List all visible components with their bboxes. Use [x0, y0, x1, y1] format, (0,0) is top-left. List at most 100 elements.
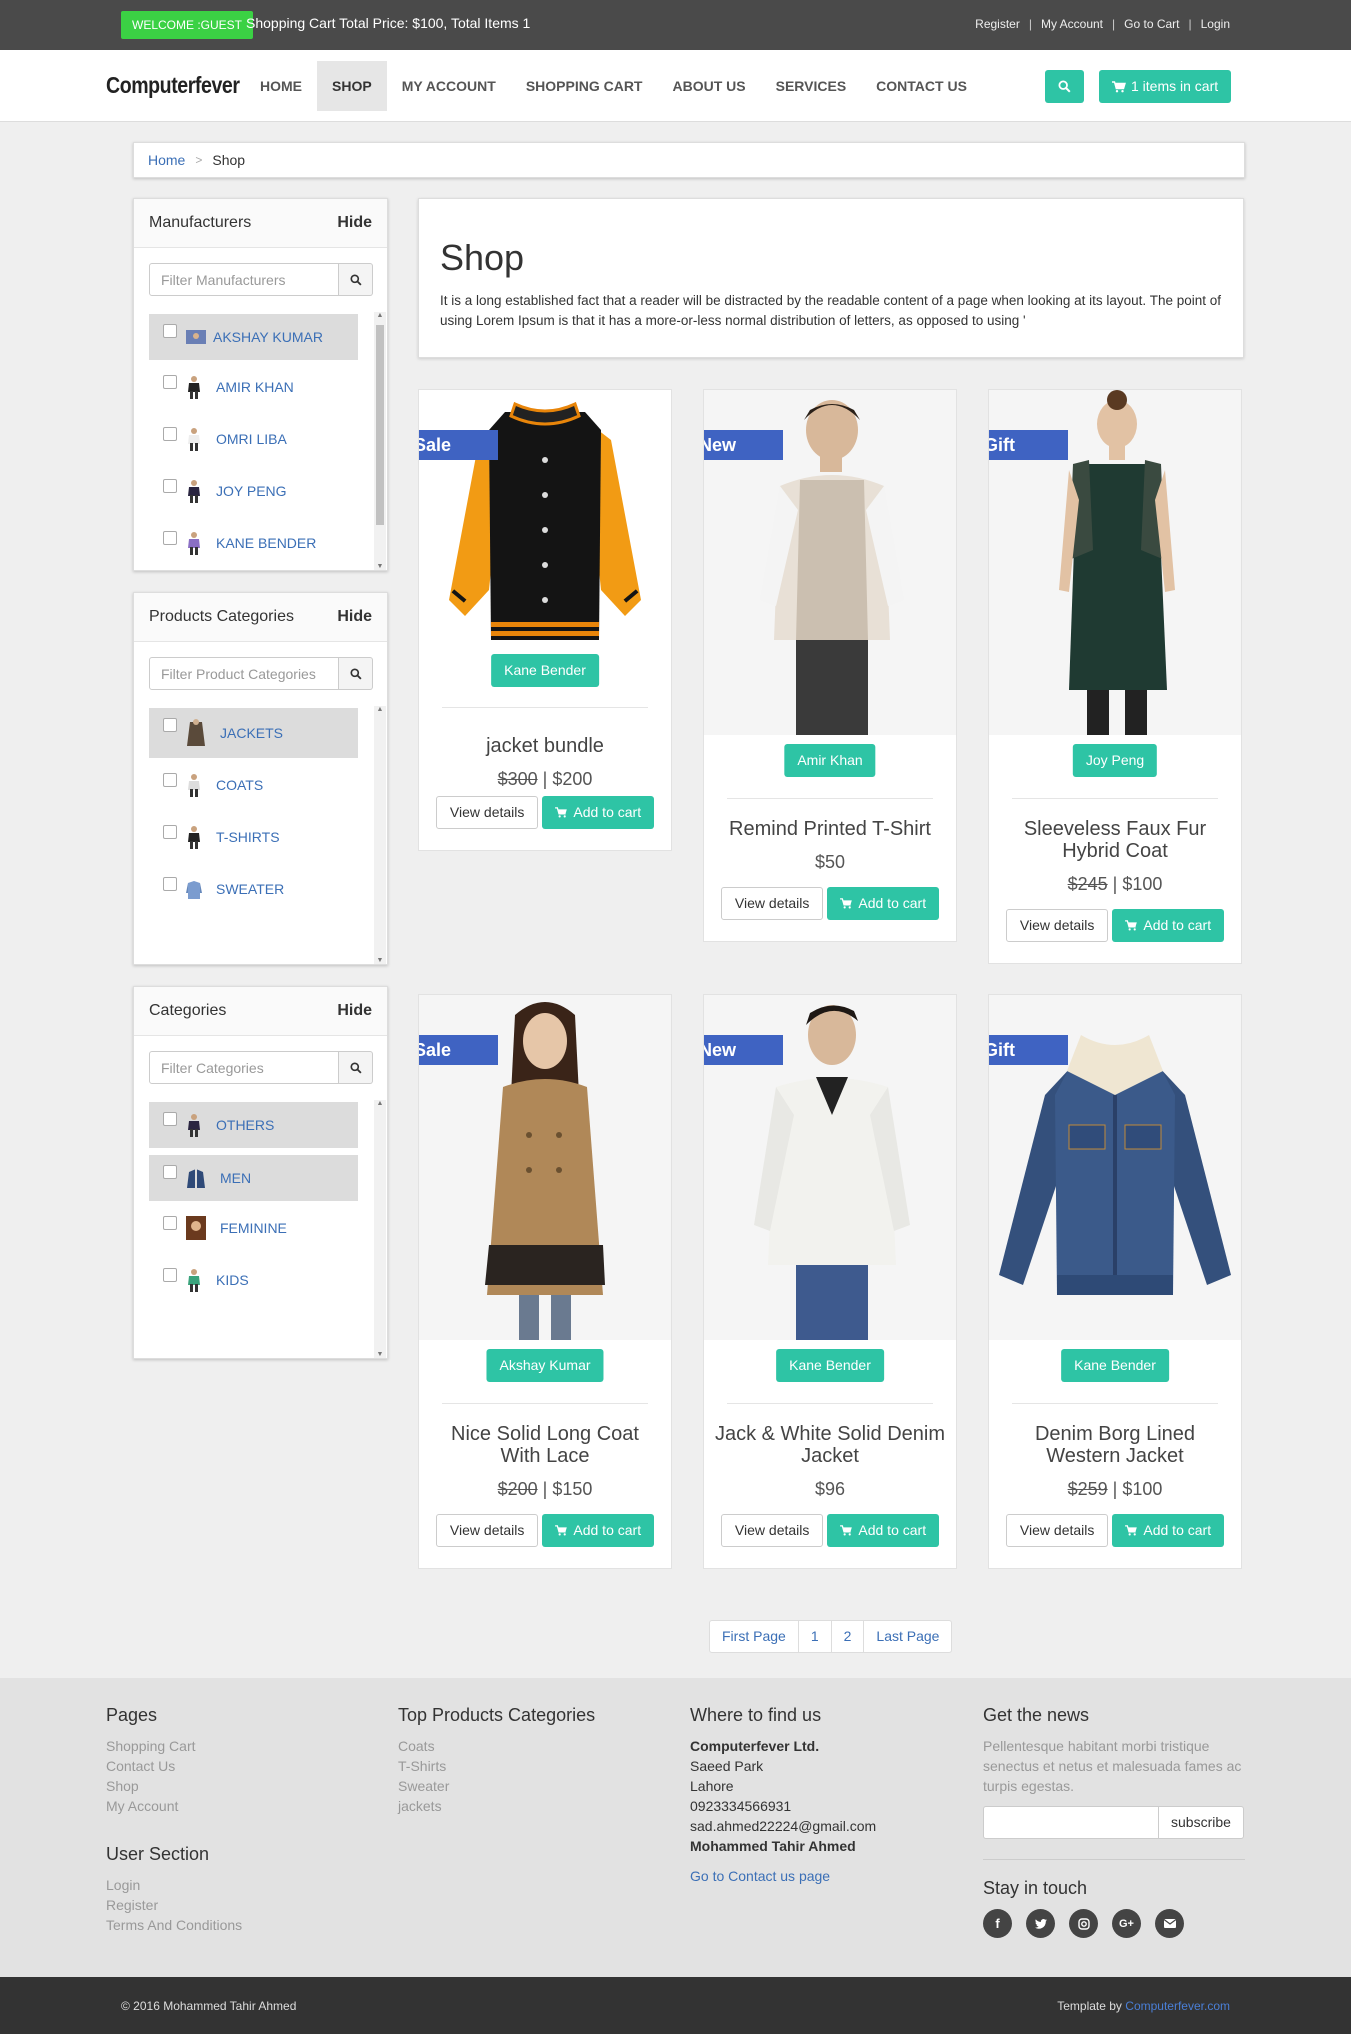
filter-product-categories-input[interactable] — [149, 657, 339, 690]
list-scrollbar[interactable]: ▲ ▼ — [374, 706, 386, 964]
add-to-cart-button[interactable]: Add to cart — [827, 887, 940, 920]
nav-shop[interactable]: SHOP — [317, 61, 387, 111]
nav-services[interactable]: SERVICES — [761, 61, 862, 111]
brand-logo[interactable]: Computerfever — [106, 72, 240, 99]
list-item[interactable]: COATS — [149, 765, 358, 805]
page-2-link[interactable]: 2 — [831, 1620, 865, 1653]
checkbox[interactable] — [163, 324, 177, 338]
list-item[interactable]: AKSHAY KUMAR — [149, 314, 358, 360]
view-details-button[interactable]: View details — [1005, 1514, 1109, 1547]
filter-search-button[interactable] — [339, 657, 373, 690]
footer-link[interactable]: jackets — [398, 1796, 595, 1816]
list-item[interactable]: FEMININE — [149, 1208, 358, 1248]
first-page-link[interactable]: First Page — [709, 1620, 799, 1653]
footer-link[interactable]: Contact Us — [106, 1756, 242, 1776]
scroll-down-icon[interactable]: ▼ — [374, 1351, 386, 1358]
product-image[interactable]: Sale — [419, 995, 671, 1340]
nav-shopping-cart[interactable]: SHOPPING CART — [511, 61, 658, 111]
view-details-button[interactable]: View details — [720, 887, 824, 920]
checkbox[interactable] — [163, 531, 177, 545]
list-item[interactable]: KANE BENDER — [149, 523, 358, 563]
scroll-down-icon[interactable]: ▼ — [374, 563, 386, 570]
product-name[interactable]: Sleeveless Faux Fur Hybrid Coat — [999, 818, 1231, 862]
list-item[interactable]: OTHERS — [149, 1102, 358, 1148]
product-image[interactable]: New — [704, 995, 956, 1340]
hide-toggle[interactable]: Hide — [337, 214, 372, 232]
instagram-icon[interactable] — [1069, 1909, 1098, 1938]
footer-link[interactable]: T-Shirts — [398, 1756, 595, 1776]
list-scrollbar[interactable]: ▲ ▼ — [374, 1100, 386, 1358]
filter-search-button[interactable] — [339, 263, 373, 296]
checkbox[interactable] — [163, 427, 177, 441]
breadcrumb-home[interactable]: Home — [148, 152, 185, 168]
manufacturer-tag[interactable]: Kane Bender — [776, 1349, 884, 1382]
list-item[interactable]: SWEATER — [149, 869, 358, 909]
search-button[interactable] — [1045, 70, 1084, 103]
checkbox[interactable] — [163, 1268, 177, 1282]
footer-link[interactable]: My Account — [106, 1796, 242, 1816]
list-item[interactable]: KIDS — [149, 1260, 358, 1300]
last-page-link[interactable]: Last Page — [864, 1620, 953, 1653]
list-item[interactable]: MEN — [149, 1155, 358, 1201]
nav-contact-us[interactable]: CONTACT US — [861, 61, 982, 111]
product-image[interactable]: Sale Kane Bender — [419, 390, 671, 690]
add-to-cart-button[interactable]: Add to cart — [1112, 1514, 1225, 1547]
contact-page-link[interactable]: Go to Contact us page — [690, 1866, 876, 1886]
footer-link[interactable]: Register — [106, 1895, 242, 1915]
hide-toggle[interactable]: Hide — [337, 608, 372, 626]
product-name[interactable]: Denim Borg Lined Western Jacket — [999, 1423, 1231, 1467]
view-details-button[interactable]: View details — [1005, 909, 1109, 942]
scroll-up-icon[interactable]: ▲ — [374, 706, 386, 713]
list-item[interactable]: JACKETS — [149, 708, 358, 758]
login-link[interactable]: Login — [1201, 17, 1230, 31]
register-link[interactable]: Register — [975, 17, 1020, 31]
list-scrollbar[interactable]: ▲ ▼ — [374, 312, 386, 570]
footer-link[interactable]: Login — [106, 1875, 242, 1895]
product-image[interactable]: Gift — [989, 995, 1241, 1340]
page-1-link[interactable]: 1 — [798, 1620, 832, 1653]
scroll-thumb[interactable] — [376, 325, 384, 525]
view-details-button[interactable]: View details — [435, 1514, 539, 1547]
cart-button[interactable]: 1 items in cart — [1099, 70, 1232, 103]
footer-link[interactable]: Sweater — [398, 1776, 595, 1796]
envelope-icon[interactable] — [1155, 1909, 1184, 1938]
checkbox[interactable] — [163, 375, 177, 389]
checkbox[interactable] — [163, 1216, 177, 1230]
nav-my-account[interactable]: MY ACCOUNT — [387, 61, 511, 111]
checkbox[interactable] — [163, 1165, 177, 1179]
product-name[interactable]: Jack & White Solid Denim Jacket — [714, 1423, 946, 1467]
product-name[interactable]: Remind Printed T-Shirt — [714, 818, 946, 840]
product-name[interactable]: Nice Solid Long Coat With Lace — [429, 1423, 661, 1467]
footer-link[interactable]: Terms And Conditions — [106, 1915, 242, 1935]
hide-toggle[interactable]: Hide — [337, 1002, 372, 1020]
scroll-down-icon[interactable]: ▼ — [374, 957, 386, 964]
checkbox[interactable] — [163, 718, 177, 732]
checkbox[interactable] — [163, 877, 177, 891]
filter-search-button[interactable] — [339, 1051, 373, 1084]
my-account-link[interactable]: My Account — [1041, 17, 1103, 31]
filter-manufacturers-input[interactable] — [149, 263, 339, 296]
manufacturer-tag[interactable]: Kane Bender — [491, 654, 599, 687]
facebook-icon[interactable]: f — [983, 1909, 1012, 1938]
twitter-icon[interactable] — [1026, 1909, 1055, 1938]
product-image[interactable]: New — [704, 390, 956, 735]
list-item[interactable]: T-SHIRTS — [149, 817, 358, 857]
subscribe-email-input[interactable] — [983, 1806, 1159, 1839]
scroll-up-icon[interactable]: ▲ — [374, 312, 386, 319]
add-to-cart-button[interactable]: Add to cart — [1112, 909, 1225, 942]
list-item[interactable]: AMIR KHAN — [149, 367, 358, 407]
add-to-cart-button[interactable]: Add to cart — [827, 1514, 940, 1547]
nav-about-us[interactable]: ABOUT US — [658, 61, 761, 111]
manufacturer-tag[interactable]: Akshay Kumar — [486, 1349, 604, 1382]
add-to-cart-button[interactable]: Add to cart — [542, 1514, 655, 1547]
footer-link[interactable]: Shop — [106, 1776, 242, 1796]
footer-link[interactable]: Shopping Cart — [106, 1736, 242, 1756]
checkbox[interactable] — [163, 479, 177, 493]
product-image[interactable]: Gift — [989, 390, 1241, 735]
checkbox[interactable] — [163, 825, 177, 839]
scroll-up-icon[interactable]: ▲ — [374, 1100, 386, 1107]
view-details-button[interactable]: View details — [720, 1514, 824, 1547]
product-name[interactable]: jacket bundle — [429, 735, 661, 757]
filter-categories-input[interactable] — [149, 1051, 339, 1084]
template-link[interactable]: Computerfever.com — [1125, 1999, 1230, 2013]
